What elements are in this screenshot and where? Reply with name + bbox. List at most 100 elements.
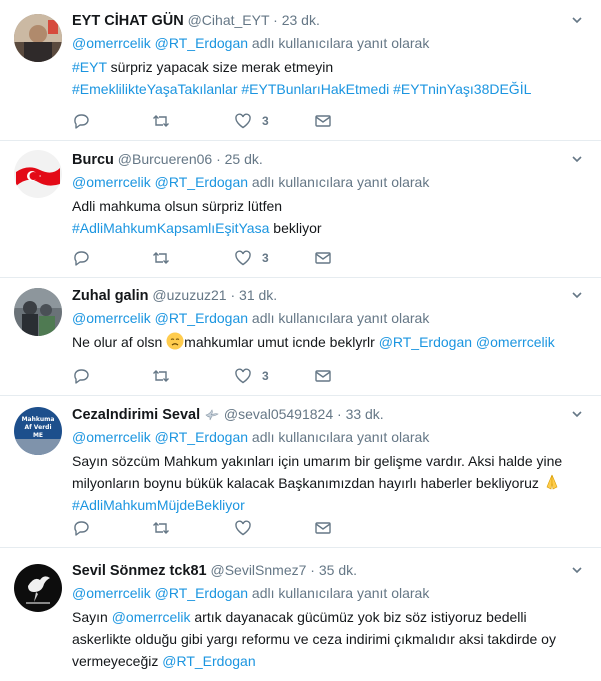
tweet-text: Ne olur af olsn mahkumlar umut icnde bek… [72, 331, 587, 353]
chevron-down-icon[interactable] [567, 560, 587, 580]
chevron-down-icon[interactable] [567, 285, 587, 305]
user-handle[interactable]: @Cihat_EYT [188, 12, 270, 28]
mention-link[interactable]: @RT_Erdogan [155, 585, 248, 601]
avatar[interactable] [14, 150, 62, 198]
reply-suffix: adlı kullanıcılara yanıt olarak [251, 429, 430, 445]
text-line: Adli mahkuma olsun sürpriz lütfen [72, 198, 283, 214]
mention-link[interactable]: @RT_Erdogan [155, 429, 248, 445]
hashtag-link[interactable]: #AdliMahkumMüjdeBekliyor [72, 497, 245, 513]
mention-link[interactable]: @omerrcelik [112, 609, 191, 625]
retweet-icon [153, 252, 169, 264]
tweet-actions [72, 518, 342, 538]
praying-hands-emoji-icon [543, 473, 561, 491]
like-button[interactable]: 3 [234, 366, 269, 386]
reply-context: @omerrcelik @RT_Erdogan adlı kullanıcıla… [72, 427, 587, 447]
timestamp[interactable]: 33 dk. [346, 406, 384, 422]
chevron-down-icon[interactable] [567, 10, 587, 30]
display-name[interactable]: Zuhal galin [72, 288, 149, 304]
separator: · [310, 562, 315, 578]
user-handle[interactable]: @uzuzuz21 [152, 287, 226, 303]
dm-button[interactable] [314, 111, 332, 131]
reply-button[interactable] [72, 248, 90, 268]
hashtag-link[interactable]: #AdliMahkumKapsamlıEşitYasa [72, 220, 269, 236]
text-span: vermeyeceğiz [72, 653, 163, 669]
mention-link[interactable]: @omerrcelik [72, 429, 151, 445]
hashtag-link[interactable]: #EYTninYaşı38DEĞİL [393, 81, 531, 97]
retweet-button[interactable] [152, 111, 170, 131]
reply-button[interactable] [72, 366, 90, 386]
avatar[interactable] [14, 14, 62, 62]
dove-emoji-icon [204, 406, 220, 422]
user-handle[interactable]: @Burcueren06 [118, 151, 212, 167]
chevron-down-icon[interactable] [567, 149, 587, 169]
mention-link[interactable]: @omerrcelik [72, 585, 151, 601]
like-button[interactable]: 3 [234, 111, 269, 131]
reply-suffix: adlı kullanıcılara yanıt olarak [251, 585, 430, 601]
dm-button[interactable] [314, 248, 332, 268]
heart-icon [235, 250, 251, 266]
user-handle[interactable]: @SevilSnmez7 [210, 562, 306, 578]
text-span: mahkumlar umut icnde beklyrlr [184, 334, 379, 350]
retweet-button[interactable] [152, 518, 170, 538]
retweet-icon [153, 522, 169, 534]
reply-icon [74, 521, 89, 536]
hashtag-link[interactable]: #EYT [72, 59, 107, 75]
avatar[interactable] [14, 564, 62, 612]
user-handle[interactable]: @seval05491824 [224, 406, 333, 422]
dm-button[interactable] [314, 366, 332, 386]
reply-button[interactable] [72, 111, 90, 131]
display-name[interactable]: Burcu [72, 152, 114, 168]
timestamp[interactable]: 35 dk. [319, 562, 357, 578]
tweet[interactable]: Zuhal galin @uzuzuz21 · 31 dk. @omerrcel… [0, 278, 601, 396]
mention-link[interactable]: @RT_Erdogan [162, 653, 255, 669]
mention-link[interactable]: @RT_Erdogan [379, 334, 472, 350]
hashtag-link[interactable]: #EYTBunlarıHakEtmedi [241, 81, 389, 97]
display-name[interactable]: CezaIndirimi Seval [72, 407, 200, 423]
timestamp[interactable]: 25 dk. [225, 151, 263, 167]
avatar[interactable] [14, 288, 62, 336]
tweet-text: Adli mahkuma olsun sürpriz lütfen #AdliM… [72, 195, 587, 239]
tweet[interactable]: Sevil Sönmez tck81 @SevilSnmez7 · 35 dk.… [0, 548, 601, 681]
tweet-actions: 3 [72, 111, 342, 131]
text-span: Sayın [72, 609, 112, 625]
mention-link[interactable]: @omerrcelik [72, 35, 151, 51]
display-name[interactable]: EYT CİHAT GÜN [72, 13, 184, 29]
reply-icon [74, 251, 89, 266]
tweet[interactable]: Burcu @Burcueren06 · 25 dk. @omerrcelik … [0, 141, 601, 278]
heart-icon [235, 113, 251, 129]
tweet-text: Sayın sözcüm Mahkum yakınları için umarı… [72, 450, 587, 516]
like-count: 3 [262, 369, 269, 383]
mention-link[interactable]: @RT_Erdogan [155, 35, 248, 51]
dm-button[interactable] [314, 518, 332, 538]
mention-link[interactable]: @omerrcelik [72, 174, 151, 190]
mention-link[interactable]: @RT_Erdogan [155, 310, 248, 326]
text-line: Sayın sözcüm Mahkum yakınları için umarı… [72, 453, 563, 469]
separator: · [273, 12, 278, 28]
mention-link[interactable]: @omerrcelik [476, 334, 555, 350]
mention-link[interactable]: @omerrcelik [72, 310, 151, 326]
tweet-actions: 3 [72, 248, 342, 268]
like-button[interactable]: 3 [234, 248, 269, 268]
reply-suffix: adlı kullanıcılara yanıt olarak [251, 174, 430, 190]
like-button[interactable] [234, 518, 262, 538]
tweet-feed: EYT CİHAT GÜN @Cihat_EYT · 23 dk. @omerr… [0, 0, 601, 681]
tweet[interactable]: Mahkuma Af Verdi ME CezaIndirimi Seval @… [0, 396, 601, 548]
chevron-down-icon[interactable] [567, 404, 587, 424]
hashtag-link[interactable]: #EmeklilikteYaşaTakılanlar [72, 81, 237, 97]
avatar[interactable]: Mahkuma Af Verdi ME [14, 407, 62, 455]
display-name[interactable]: Sevil Sönmez tck81 [72, 563, 207, 579]
mention-link[interactable]: @RT_Erdogan [155, 174, 248, 190]
tweet[interactable]: EYT CİHAT GÜN @Cihat_EYT · 23 dk. @omerr… [0, 0, 601, 141]
retweet-button[interactable] [152, 366, 170, 386]
like-count: 3 [262, 114, 269, 128]
tweet-actions: 3 [72, 366, 342, 386]
like-count: 3 [262, 251, 269, 265]
text-line: askerlikte olduğu gibi yargı reformu ve … [72, 631, 556, 647]
reply-button[interactable] [72, 518, 90, 538]
timestamp[interactable]: 23 dk. [282, 12, 320, 28]
separator: · [337, 406, 342, 422]
reply-context: @omerrcelik @RT_Erdogan adlı kullanıcıla… [72, 583, 587, 603]
retweet-button[interactable] [152, 248, 170, 268]
envelope-icon [315, 522, 331, 534]
timestamp[interactable]: 31 dk. [239, 287, 277, 303]
